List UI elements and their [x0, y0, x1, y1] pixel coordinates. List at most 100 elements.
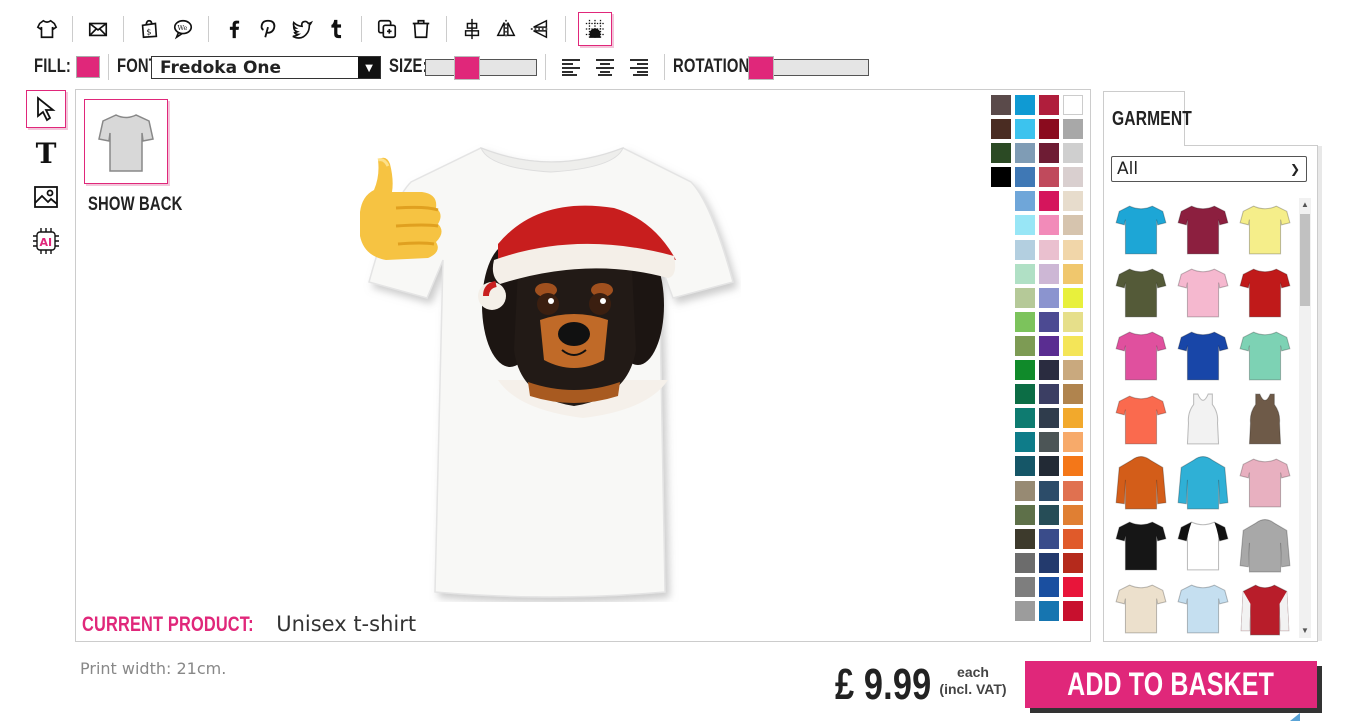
colour-swatch[interactable]: [1039, 167, 1059, 188]
colour-swatch[interactable]: [1039, 480, 1059, 501]
garment-item-brown-vest[interactable]: [1234, 388, 1296, 451]
colour-swatch[interactable]: [1015, 287, 1035, 308]
garment-item-royal-blue-tshirt[interactable]: [1172, 325, 1234, 388]
show-back-button[interactable]: [84, 99, 168, 184]
dachshund-santa-artwork[interactable]: [468, 200, 698, 422]
scroll-up-icon[interactable]: ▲: [1301, 200, 1309, 209]
colour-swatch[interactable]: [1039, 504, 1059, 525]
colour-swatch[interactable]: [1039, 600, 1059, 621]
colour-swatch[interactable]: [1039, 552, 1059, 573]
colour-swatch[interactable]: [1015, 167, 1035, 188]
colour-swatch[interactable]: [1015, 600, 1035, 621]
align-center-icon[interactable]: [594, 56, 616, 78]
colour-swatch[interactable]: [1063, 143, 1083, 164]
garment-item-sand-tshirt[interactable]: [1110, 578, 1172, 641]
rotation-slider[interactable]: [748, 55, 869, 80]
colour-swatch[interactable]: [1015, 432, 1035, 453]
colour-swatch[interactable]: [1015, 360, 1035, 381]
garment-item-white-vest[interactable]: [1172, 388, 1234, 451]
colour-swatch[interactable]: [1063, 576, 1083, 597]
colour-swatch[interactable]: [1039, 263, 1059, 284]
shopping-bag-icon[interactable]: $: [136, 16, 162, 42]
colour-swatch[interactable]: [1039, 95, 1059, 115]
size-slider[interactable]: [425, 55, 537, 80]
flip-vertical-icon[interactable]: [527, 16, 553, 42]
colour-swatch[interactable]: [1039, 456, 1059, 477]
garment-item-lemon-tshirt[interactable]: [1234, 198, 1296, 261]
image-tool-icon[interactable]: [26, 178, 66, 216]
thumbs-up-emoji[interactable]: [356, 152, 448, 266]
colour-swatch[interactable]: [1039, 408, 1059, 429]
colour-swatch[interactable]: [1063, 456, 1083, 477]
colour-swatch[interactable]: [991, 95, 1011, 115]
colour-swatch[interactable]: [1015, 480, 1035, 501]
garment-item-red-tshirt[interactable]: [1234, 261, 1296, 324]
ai-tool-icon[interactable]: AI: [26, 222, 66, 260]
pinterest-icon[interactable]: [255, 16, 281, 42]
colour-swatch[interactable]: [991, 143, 1011, 164]
garment-item-light-blue-tshirt[interactable]: [1172, 578, 1234, 641]
speech-bubble-icon[interactable]: We: [170, 16, 196, 42]
colour-swatch[interactable]: [1015, 456, 1035, 477]
colour-swatch[interactable]: [1015, 95, 1035, 115]
colour-swatch[interactable]: [1015, 119, 1035, 140]
colour-swatch[interactable]: [1015, 215, 1035, 236]
add-to-basket-button[interactable]: ADD TO BASKET: [1025, 661, 1317, 708]
tab-garment[interactable]: GARMENT: [1103, 91, 1192, 146]
tumblr-icon[interactable]: [323, 16, 349, 42]
flip-horizontal-icon[interactable]: [493, 16, 519, 42]
rotation-slider-handle[interactable]: [748, 55, 774, 80]
colour-swatch[interactable]: [1063, 480, 1083, 501]
fill-color-swatch[interactable]: [76, 56, 100, 78]
colour-swatch[interactable]: [1015, 263, 1035, 284]
garment-item-pink-tshirt[interactable]: [1172, 261, 1234, 324]
garment-item-red-varsity-jacket[interactable]: [1234, 578, 1296, 641]
garment-item-blue-hoodie[interactable]: [1172, 451, 1234, 514]
colour-swatch[interactable]: [1039, 143, 1059, 164]
garment-item-black-tshirt[interactable]: [1110, 514, 1172, 577]
trash-icon[interactable]: [408, 16, 434, 42]
align-vertical-icon[interactable]: [459, 16, 485, 42]
colour-swatch[interactable]: [1063, 263, 1083, 284]
garment-item-raglan-tshirt[interactable]: [1172, 514, 1234, 577]
garment-item-burgundy-tshirt[interactable]: [1172, 198, 1234, 261]
align-right-icon[interactable]: [628, 56, 650, 78]
text-tool-icon[interactable]: T: [26, 134, 66, 172]
scrollbar-thumb[interactable]: [1300, 214, 1310, 306]
colour-swatch[interactable]: [991, 119, 1011, 140]
colour-swatch[interactable]: [1063, 552, 1083, 573]
colour-swatch[interactable]: [1039, 191, 1059, 212]
colour-swatch[interactable]: [1039, 360, 1059, 381]
chevron-down-icon[interactable]: ▼: [358, 56, 380, 78]
garment-item-turquoise-tshirt[interactable]: [1110, 198, 1172, 261]
facebook-icon[interactable]: [221, 16, 247, 42]
colour-swatch[interactable]: [1039, 215, 1059, 236]
garment-item-mint-tshirt[interactable]: [1234, 325, 1296, 388]
colour-swatch[interactable]: [1063, 287, 1083, 308]
garment-item-coral-tshirt[interactable]: [1110, 388, 1172, 451]
garment-item-orange-hoodie[interactable]: [1110, 451, 1172, 514]
colour-swatch[interactable]: [1063, 335, 1083, 356]
colour-swatch[interactable]: [1063, 528, 1083, 549]
colour-swatch[interactable]: [1039, 528, 1059, 549]
colour-swatch[interactable]: [1039, 287, 1059, 308]
colour-swatch[interactable]: [1063, 408, 1083, 429]
envelope-icon[interactable]: [85, 16, 111, 42]
align-left-icon[interactable]: [560, 56, 582, 78]
colour-swatch[interactable]: [1039, 119, 1059, 140]
colour-swatch[interactable]: [1063, 384, 1083, 405]
colour-swatch[interactable]: [1063, 119, 1083, 140]
duplicate-icon[interactable]: [374, 16, 400, 42]
garment-item-olive-tshirt[interactable]: [1110, 261, 1172, 324]
select-pointer-icon[interactable]: [26, 90, 66, 128]
colour-swatch[interactable]: [1063, 432, 1083, 453]
colour-swatch[interactable]: [1063, 504, 1083, 525]
colour-swatch[interactable]: [1015, 239, 1035, 260]
colour-swatch[interactable]: [1063, 239, 1083, 260]
colour-swatch[interactable]: [1015, 408, 1035, 429]
tshirt-icon[interactable]: [34, 16, 60, 42]
scroll-down-icon[interactable]: ▼: [1301, 626, 1309, 635]
garment-item-grey-hoodie[interactable]: [1234, 514, 1296, 577]
colour-swatch[interactable]: [1063, 600, 1083, 621]
colour-swatch[interactable]: [1063, 360, 1083, 381]
